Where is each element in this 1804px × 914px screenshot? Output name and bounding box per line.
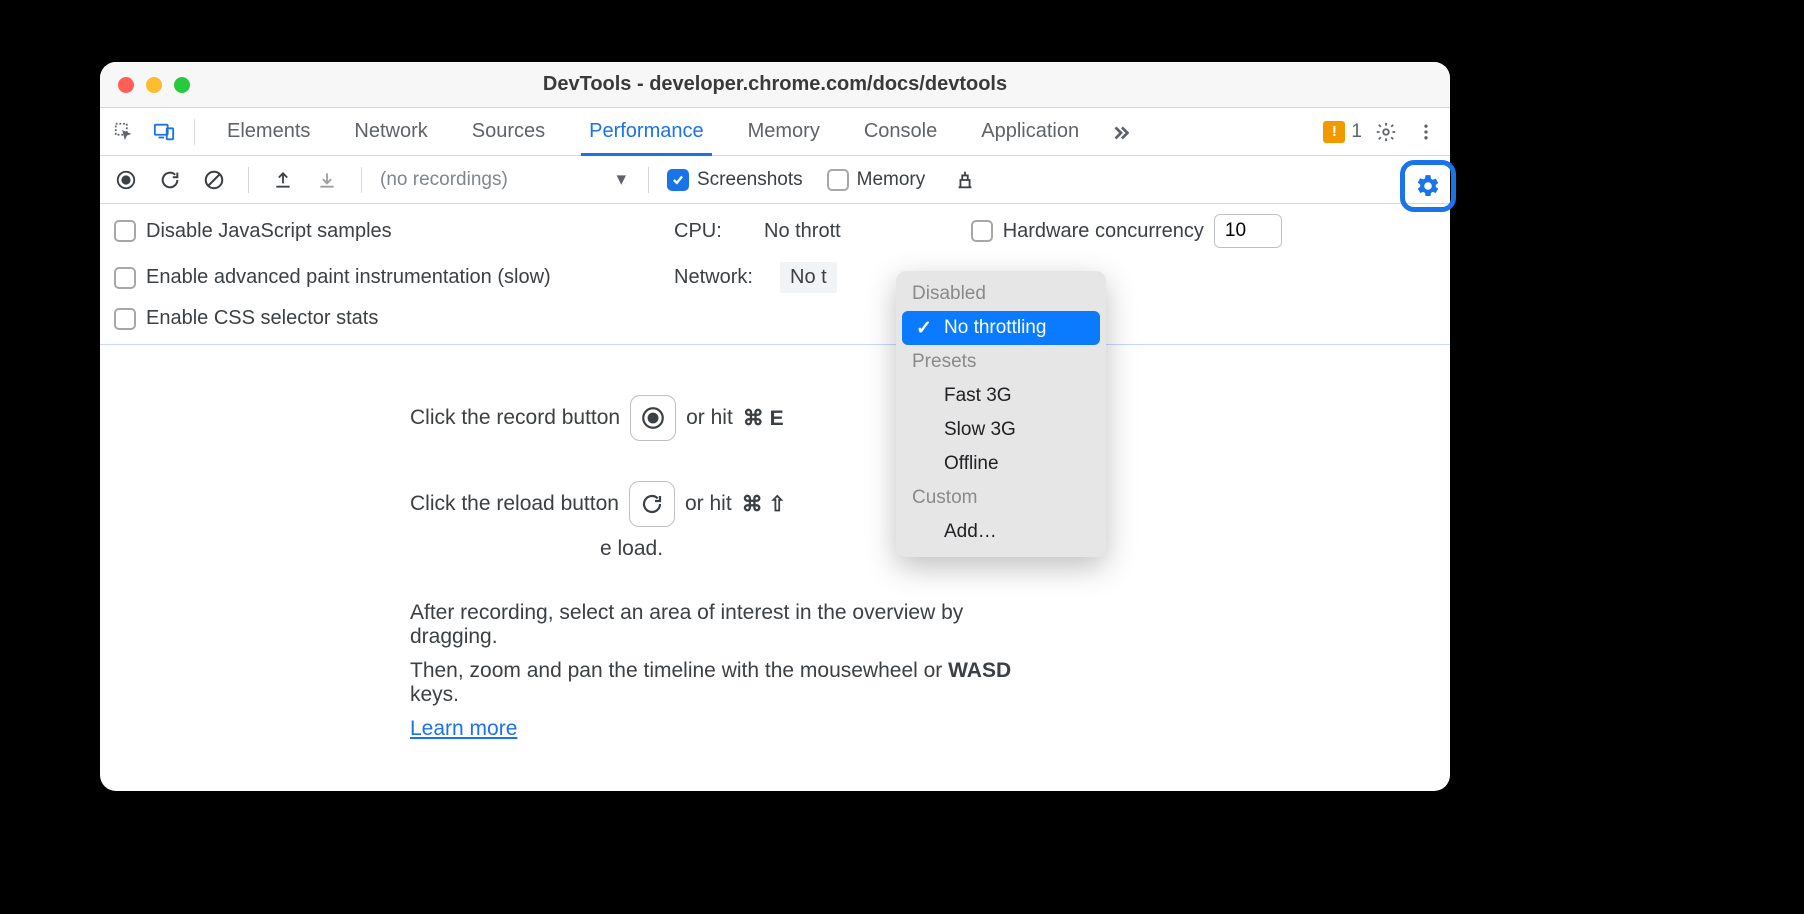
hw-concurrency-checkbox[interactable] — [971, 220, 993, 242]
checkbox[interactable] — [114, 220, 136, 242]
kebab-menu-icon[interactable] — [1410, 116, 1442, 148]
issues-count: 1 — [1351, 121, 1362, 143]
cpu-label: CPU: — [674, 220, 754, 243]
menu-item-slow-3g[interactable]: Slow 3G — [896, 413, 1106, 447]
separator — [248, 167, 249, 193]
checkbox[interactable] — [114, 267, 136, 289]
maximize-window-button[interactable] — [174, 77, 190, 93]
performance-empty-state: Click the record button or hit ⌘ E ding.… — [100, 345, 1450, 791]
clear-button[interactable] — [198, 164, 230, 196]
chevron-down-icon: ▾ — [616, 168, 626, 191]
reload-record-button[interactable] — [154, 164, 186, 196]
performance-toolbar: (no recordings) ▾ Screenshots Memory — [100, 156, 1450, 204]
menu-group-disabled: Disabled — [896, 277, 1106, 311]
checkbox[interactable] — [114, 308, 136, 330]
more-tabs-icon[interactable] — [1105, 116, 1137, 148]
upload-profile-button[interactable] — [267, 164, 299, 196]
memory-label: Memory — [857, 169, 926, 191]
cpu-throttle-row: CPU: No thrott Hardware concurrency — [674, 214, 1436, 248]
memory-toggle[interactable]: Memory — [827, 169, 926, 191]
network-label: Network: — [674, 266, 770, 289]
shortcut-record: ⌘ E — [743, 406, 784, 431]
learn-more-link[interactable]: Learn more — [410, 717, 517, 741]
devtools-window: DevTools - developer.chrome.com/docs/dev… — [100, 62, 1450, 791]
menu-group-presets: Presets — [896, 345, 1106, 379]
menu-item-offline[interactable]: Offline — [896, 447, 1106, 481]
tab-network[interactable]: Network — [336, 108, 445, 155]
record-icon — [630, 395, 676, 441]
network-throttle-select[interactable]: No t — [780, 262, 837, 293]
tab-console[interactable]: Console — [846, 108, 955, 155]
inspect-element-icon[interactable] — [108, 116, 140, 148]
network-throttle-menu: Disabled No throttling Presets Fast 3G S… — [896, 271, 1106, 557]
menu-item-no-throttling[interactable]: No throttling — [902, 311, 1100, 345]
separator — [648, 167, 649, 193]
devtools-settings-icon[interactable] — [1370, 116, 1402, 148]
recordings-label: (no recordings) — [380, 169, 508, 191]
recordings-dropdown[interactable]: (no recordings) ▾ — [380, 168, 630, 191]
window-title: DevTools - developer.chrome.com/docs/dev… — [100, 73, 1450, 96]
device-toolbar-icon[interactable] — [148, 116, 180, 148]
cpu-throttle-select[interactable]: No thrott — [764, 220, 941, 243]
menu-group-custom: Custom — [896, 481, 1106, 515]
warning-icon: ! — [1323, 121, 1345, 143]
advanced-paint-toggle[interactable]: Enable advanced paint instrumentation (s… — [114, 266, 654, 289]
hw-concurrency-input[interactable] — [1214, 214, 1282, 248]
menu-item-add-custom[interactable]: Add… — [896, 515, 1106, 549]
disable-js-samples-toggle[interactable]: Disable JavaScript samples — [114, 220, 654, 243]
separator — [361, 167, 362, 193]
memory-checkbox[interactable] — [827, 169, 849, 191]
hw-concurrency-label: Hardware concurrency — [1003, 220, 1204, 243]
css-selector-label: Enable CSS selector stats — [146, 307, 378, 330]
collect-garbage-button[interactable] — [949, 164, 981, 196]
screenshots-checkbox[interactable] — [667, 169, 689, 191]
record-button[interactable] — [110, 164, 142, 196]
tab-performance[interactable]: Performance — [571, 108, 722, 155]
shortcut-reload: ⌘ ⇧ — [742, 492, 786, 517]
empty-para-2: Then, zoom and pan the timeline with the… — [410, 659, 1030, 707]
tab-elements[interactable]: Elements — [209, 108, 328, 155]
screenshots-label: Screenshots — [697, 169, 803, 191]
tab-sources[interactable]: Sources — [454, 108, 563, 155]
css-selector-stats-toggle[interactable]: Enable CSS selector stats — [114, 307, 654, 330]
tabs-row: Elements Network Sources Performance Mem… — [100, 108, 1450, 156]
screenshots-toggle[interactable]: Screenshots — [667, 169, 803, 191]
tab-memory[interactable]: Memory — [730, 108, 838, 155]
download-profile-button[interactable] — [311, 164, 343, 196]
titlebar: DevTools - developer.chrome.com/docs/dev… — [100, 62, 1450, 108]
capture-settings-button[interactable] — [1400, 160, 1456, 212]
capture-settings-panel: Disable JavaScript samples CPU: No throt… — [100, 204, 1450, 345]
tab-application[interactable]: Application — [963, 108, 1097, 155]
advanced-paint-label: Enable advanced paint instrumentation (s… — [146, 266, 551, 289]
minimize-window-button[interactable] — [146, 77, 162, 93]
menu-item-fast-3g[interactable]: Fast 3G — [896, 379, 1106, 413]
reload-icon — [629, 481, 675, 527]
issues-badge[interactable]: ! 1 — [1323, 121, 1362, 143]
traffic-lights — [100, 77, 190, 93]
empty-para-1: After recording, select an area of inter… — [410, 601, 1030, 649]
separator — [194, 119, 195, 145]
disable-js-label: Disable JavaScript samples — [146, 220, 392, 243]
close-window-button[interactable] — [118, 77, 134, 93]
